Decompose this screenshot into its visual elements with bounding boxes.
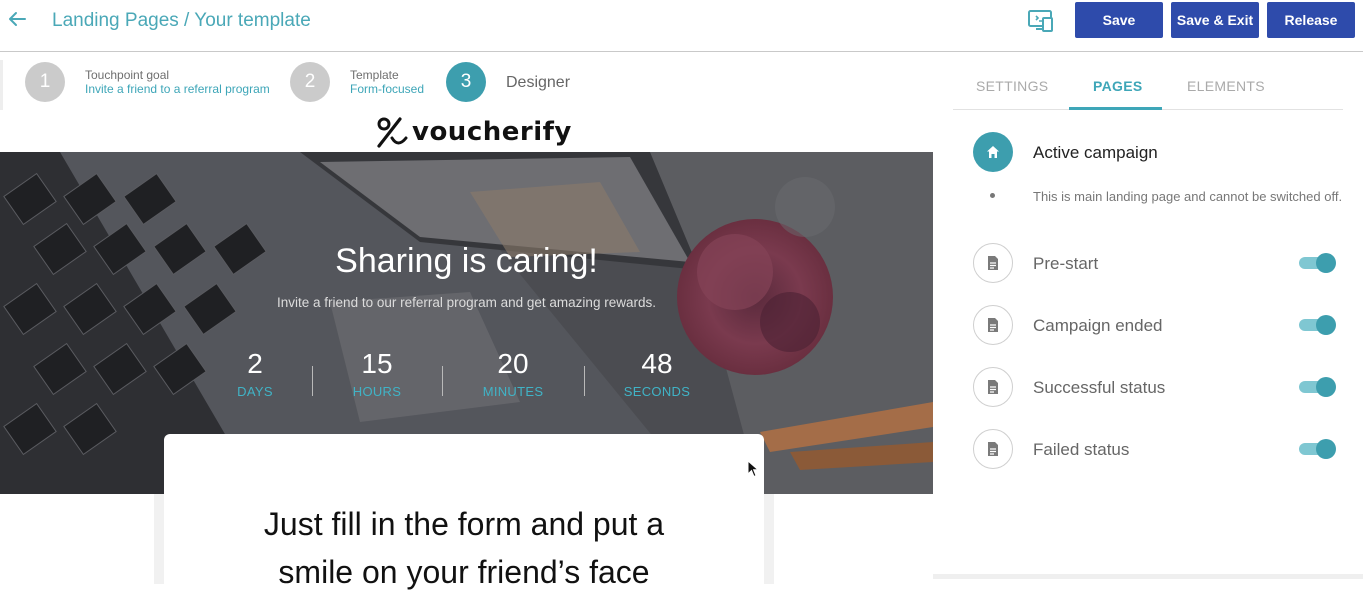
tab-pages[interactable]: PAGES [1093, 78, 1142, 94]
countdown-seconds-unit: SECONDS [623, 384, 691, 399]
toggle-knob [1316, 315, 1336, 335]
document-icon [973, 243, 1013, 283]
countdown-minutes-unit: MINUTES [482, 384, 544, 399]
countdown-separator [312, 366, 313, 396]
toggle-knob [1316, 253, 1336, 273]
countdown-days-unit: DAYS [237, 384, 273, 399]
form-card[interactable]: Just fill in the form and put a smile on… [164, 434, 764, 594]
logo-text: voucherify [412, 117, 572, 147]
horizontal-scrollbar[interactable] [933, 574, 1363, 579]
logo-mark-icon [377, 117, 408, 148]
step-2-label: Template [350, 68, 399, 82]
note-bullet [990, 193, 995, 198]
countdown-seconds-value: 48 [641, 348, 673, 379]
step-1-value[interactable]: Invite a friend to a referral program [85, 82, 270, 96]
document-icon [973, 367, 1013, 407]
failed-status-toggle[interactable] [1299, 439, 1337, 459]
pre-start-toggle[interactable] [1299, 253, 1337, 273]
page-title: Landing Pages / Your template [52, 10, 311, 31]
hero-title[interactable]: Sharing is caring! [0, 242, 933, 281]
page-item-pre-start[interactable]: Pre-start [1033, 254, 1098, 274]
home-icon [973, 132, 1013, 172]
top-bar: Landing Pages / Your template Save Save … [0, 0, 1363, 52]
active-campaign-note: This is main landing page and cannot be … [1033, 189, 1343, 204]
successful-status-toggle[interactable] [1299, 377, 1337, 397]
mouse-cursor-icon [747, 460, 759, 478]
card-shadow-right [764, 494, 774, 584]
page-item-active-campaign[interactable]: Active campaign [1033, 143, 1158, 163]
tab-settings[interactable]: SETTINGS [976, 78, 1048, 94]
countdown-minutes-value: 20 [497, 348, 529, 379]
step-3-circle[interactable]: 3 [446, 62, 486, 102]
countdown-separator [442, 366, 443, 396]
device-preview-icon[interactable] [1028, 9, 1054, 33]
countdown-hours-value: 15 [361, 348, 393, 379]
hero-subtitle[interactable]: Invite a friend to our referral program … [0, 295, 933, 310]
page-item-successful-status[interactable]: Successful status [1033, 378, 1165, 398]
step-1-circle[interactable]: 1 [25, 62, 65, 102]
active-tab-indicator [1069, 107, 1162, 110]
save-and-exit-button[interactable]: Save & Exit [1171, 2, 1259, 38]
step-2-circle[interactable]: 2 [290, 62, 330, 102]
step-2-value[interactable]: Form-focused [350, 82, 424, 96]
card-shadow-left [154, 494, 164, 584]
step-3-label: Designer [506, 74, 571, 91]
countdown-separator [584, 366, 585, 396]
form-title-line-1: Just fill in the form and put a [263, 506, 665, 542]
page-item-failed-status[interactable]: Failed status [1033, 440, 1129, 460]
countdown-days-value: 2 [247, 348, 263, 379]
page-item-campaign-ended[interactable]: Campaign ended [1033, 316, 1162, 336]
back-arrow-icon[interactable] [6, 8, 28, 30]
voucherify-logo: voucherify [376, 116, 572, 148]
campaign-ended-toggle[interactable] [1299, 315, 1337, 335]
form-title-line-2: smile on your friend’s face [278, 554, 650, 590]
form-title[interactable]: Just fill in the form and put a smile on… [164, 500, 764, 596]
toggle-knob [1316, 439, 1336, 459]
document-icon [973, 429, 1013, 469]
release-button[interactable]: Release [1267, 2, 1355, 38]
toggle-knob [1316, 377, 1336, 397]
countdown-hours-unit: HOURS [352, 384, 402, 399]
step-1-label: Touchpoint goal [85, 68, 170, 82]
document-icon [973, 305, 1013, 345]
stepper-edge [0, 60, 3, 110]
tab-elements[interactable]: ELEMENTS [1187, 78, 1265, 94]
save-button[interactable]: Save [1075, 2, 1163, 38]
